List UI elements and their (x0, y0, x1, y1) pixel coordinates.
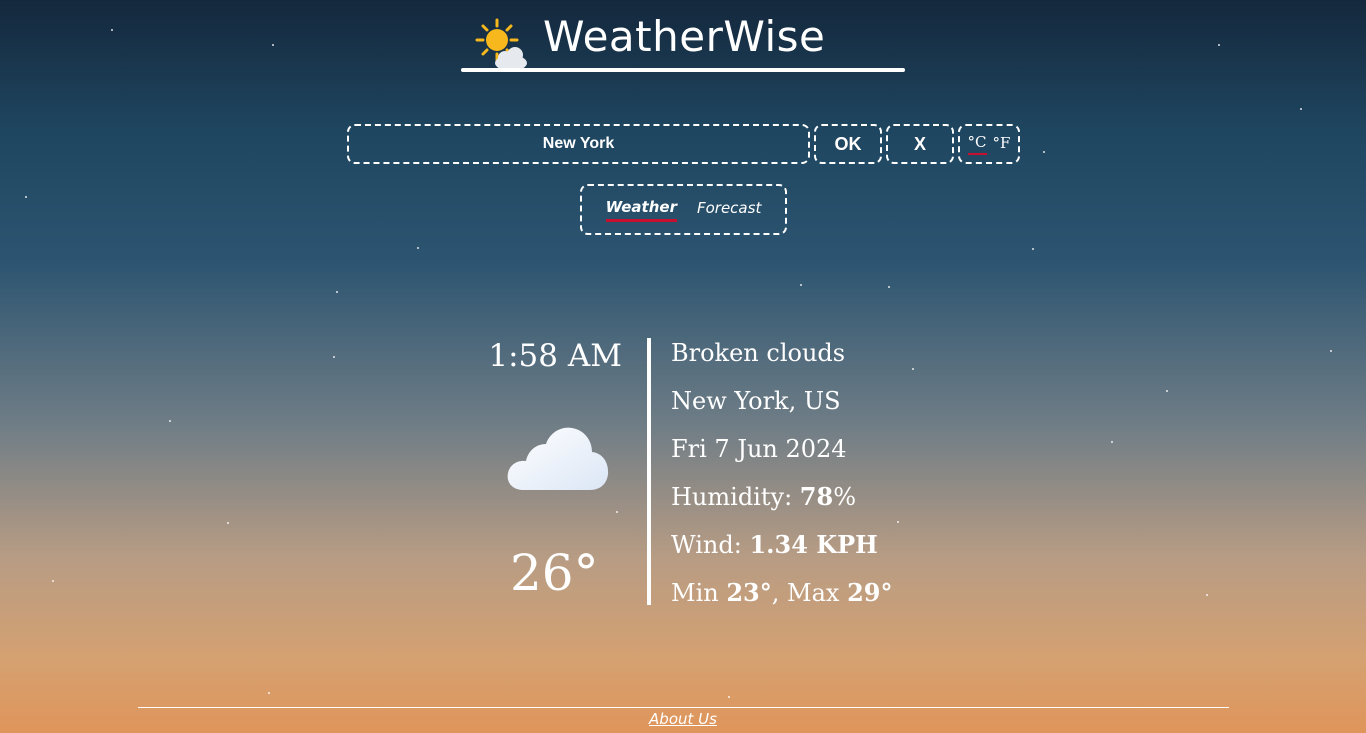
ok-button[interactable]: OK (814, 124, 882, 164)
clear-button[interactable]: X (886, 124, 954, 164)
humidity-unit: % (833, 483, 856, 511)
celsius-option[interactable]: °C (967, 133, 987, 155)
unit-toggle: °C °F (958, 124, 1020, 164)
tab-forecast[interactable]: Forecast (697, 199, 761, 220)
max-value: 29° (847, 578, 893, 607)
location-name: New York, US (671, 387, 841, 415)
about-us-link[interactable]: About Us (0, 710, 1366, 728)
title-underline (461, 68, 905, 72)
footer-divider (138, 707, 1229, 708)
current-weather-summary: 1:58 AM 26° (470, 336, 628, 606)
view-tabs: Weather Forecast (580, 184, 787, 235)
wind-row: Wind: 1.34 KPH (671, 528, 892, 576)
sun-cloud-icon (475, 18, 527, 71)
cloud-icon (507, 427, 609, 490)
humidity-label: Humidity: (671, 483, 800, 511)
current-temperature: 26° (510, 544, 599, 602)
app-title: WeatherWise (543, 12, 826, 61)
city-search-box[interactable] (347, 124, 810, 164)
fahrenheit-option[interactable]: °F (993, 134, 1011, 154)
app-header: WeatherWise (461, 8, 905, 74)
wind-value: 1.34 KPH (749, 530, 878, 559)
vertical-divider (647, 338, 651, 605)
weather-description: Broken clouds (671, 339, 846, 367)
humidity-value: 78 (799, 482, 834, 511)
wind-label: Wind: (671, 531, 750, 559)
min-label: Min (671, 579, 727, 607)
city-search-input[interactable] (349, 126, 808, 162)
local-time: 1:58 AM (488, 338, 622, 374)
weather-details: Broken clouds New York, US Fri 7 Jun 202… (671, 336, 892, 624)
current-date: Fri 7 Jun 2024 (671, 435, 847, 463)
tab-weather[interactable]: Weather (605, 198, 677, 222)
min-value: 23° (726, 578, 772, 607)
humidity-row: Humidity: 78% (671, 480, 892, 528)
max-label: , Max (771, 579, 848, 607)
min-max-row: Min 23°, Max 29° (671, 576, 892, 624)
